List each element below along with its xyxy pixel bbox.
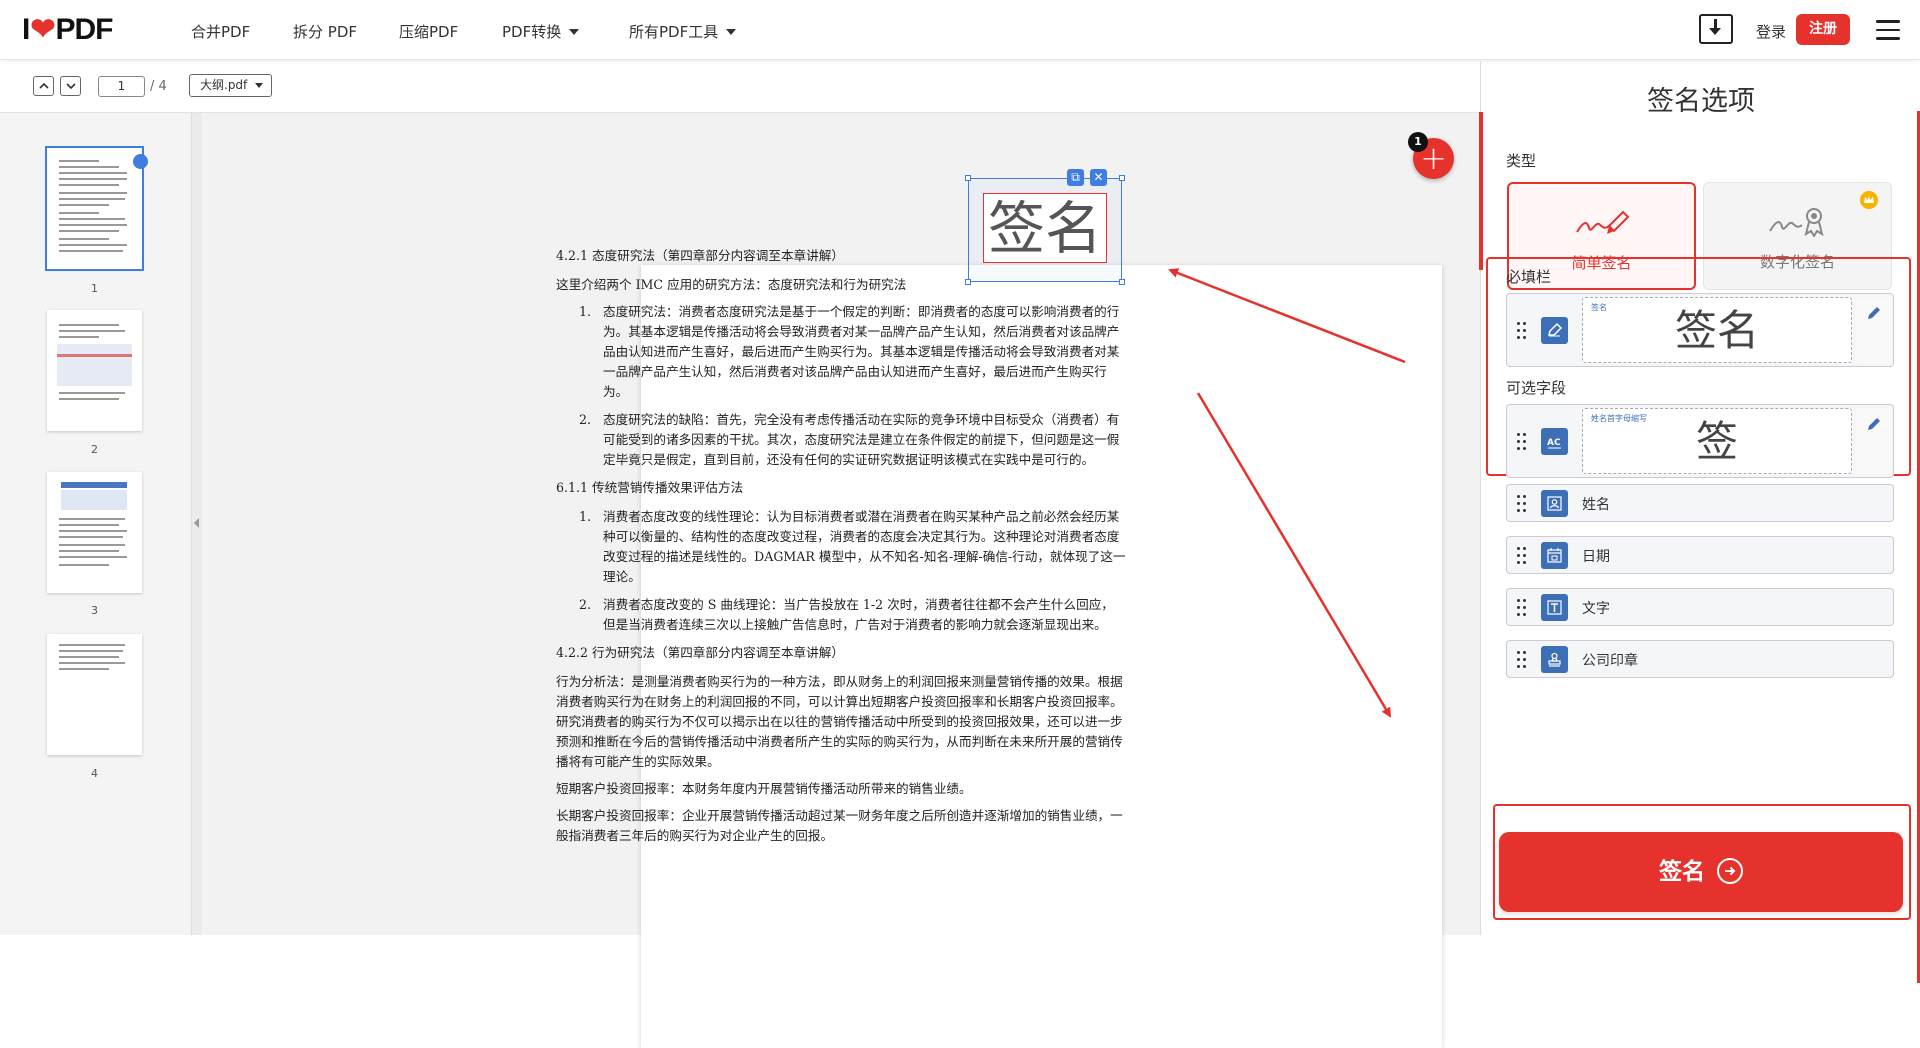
stamp-icon <box>1541 646 1568 673</box>
signature-options-panel: 签名选项 类型 简单签名 数字化签名 必填栏 签名 签名 可选字段 AC 姓名首… <box>1479 61 1920 983</box>
paragraph: 行为分析法：是测量消费者购买行为的一种方法，即从财务上的利润回报来测量营销传播的… <box>556 674 1123 769</box>
nav-compress-pdf[interactable]: 压缩PDF <box>399 21 458 42</box>
edit-signature-button[interactable] <box>1856 297 1891 363</box>
heart-icon: ❤ <box>30 13 55 46</box>
field-name-label: 姓名 <box>1582 497 1610 513</box>
chevron-up-icon <box>39 82 49 89</box>
drag-handle-icon[interactable] <box>1517 433 1527 451</box>
placed-signature-text: 签名 <box>983 193 1107 263</box>
certificate-signature-icon <box>1769 208 1824 237</box>
field-date[interactable]: 日期 <box>1506 536 1894 574</box>
required-field-signature[interactable]: 签名 签名 <box>1506 293 1894 367</box>
initials-icon: AC <box>1541 428 1568 455</box>
field-company-stamp-label: 公司印章 <box>1582 653 1638 669</box>
drag-handle-icon[interactable] <box>1517 495 1527 513</box>
required-fields-label: 必填栏 <box>1506 268 1552 286</box>
list-2: 1. 消费者态度改变的线性理论：认为目标消费者或潜在消费者在购买某种产品之前必然会… <box>556 507 1126 635</box>
list-item: 1. 态度研究法：消费者态度研究法是基于一个假定的判断：即消费者的态度可以影响消费… <box>578 304 1120 399</box>
text-icon <box>1541 594 1568 621</box>
list-item: 1. 消费者态度改变的线性理论：认为目标消费者或潜在消费者在购买某种产品之前必然会… <box>578 509 1126 584</box>
top-navigation: I ❤ PDF 合并PDF 拆分 PDF 压缩PDF PDF转换 所有PDF工具 登… <box>0 0 1920 60</box>
thumbnail-label-1: 1 <box>91 282 98 295</box>
file-select-value: 大纲.pdf <box>200 78 248 92</box>
thumbnail-page-1[interactable] <box>45 146 144 271</box>
thumbnail-page-3[interactable] <box>47 472 142 593</box>
prev-page-button[interactable] <box>33 76 54 96</box>
ilovepdf-logo[interactable]: I ❤ PDF <box>22 12 113 47</box>
sign-button-label: 签名 <box>1659 859 1705 885</box>
person-icon <box>1541 490 1568 517</box>
drag-handle-icon[interactable] <box>1517 322 1527 340</box>
duplicate-icon[interactable]: ⧉ <box>1067 169 1084 186</box>
initials-preview[interactable]: 姓名首字母缩写 签 <box>1582 408 1852 474</box>
calendar-icon <box>1541 542 1568 569</box>
field-text-label: 文字 <box>1582 601 1610 617</box>
list-item: 2. 态度研究法的缺陷：首先，完全没有考虑传播活动在实际的竞争环境中目标受众（消费… <box>578 412 1120 467</box>
heading-4-2-2: 4.2.2 行为研究法（第四章部分内容调至本章讲解） <box>556 645 844 660</box>
nav-all-tools[interactable]: 所有PDF工具 <box>629 21 737 42</box>
optional-field-initials[interactable]: AC 姓名首字母缩写 签 <box>1506 404 1894 478</box>
arrow-right-circle-icon <box>1717 858 1743 884</box>
thumbnail-page-4[interactable] <box>47 634 142 755</box>
chevron-left-icon <box>194 518 199 528</box>
pencil-icon <box>1868 418 1880 430</box>
nav-convert-label: PDF转换 <box>502 23 562 41</box>
drag-handle-icon[interactable] <box>1517 599 1527 617</box>
caret-down-icon <box>255 83 263 88</box>
thumbnail-label-2: 2 <box>91 443 98 456</box>
close-icon[interactable]: ✕ <box>1090 169 1107 186</box>
pencil-icon <box>1868 307 1880 319</box>
field-date-label: 日期 <box>1582 549 1610 565</box>
signature-preview[interactable]: 签名 签名 <box>1582 297 1852 363</box>
edit-initials-button[interactable] <box>1856 408 1891 474</box>
pen-signature-icon <box>1576 210 1630 234</box>
nav-convert-pdf[interactable]: PDF转换 <box>502 21 580 42</box>
nav-merge-pdf[interactable]: 合并PDF <box>191 21 250 42</box>
sidebar-collapse-handle[interactable] <box>192 113 202 935</box>
premium-crown-icon <box>1860 191 1878 209</box>
signer-count-badge: 1 <box>1408 132 1428 152</box>
thumbnail-label-4: 4 <box>91 767 98 780</box>
viewer-toolbar: 1 / 4 大纲.pdf <box>0 61 1480 113</box>
document-text: 4.2.1 态度研究法（第四章部分内容调至本章讲解） 这里介绍两个 IMC 应用… <box>556 246 1126 853</box>
hamburger-menu-icon[interactable] <box>1876 20 1900 40</box>
field-company-stamp[interactable]: 公司印章 <box>1506 640 1894 678</box>
caret-down-icon <box>726 29 737 35</box>
register-button[interactable]: 注册 <box>1796 14 1850 45</box>
heading-6-1-1: 6.1.1 传统营销传播效果评估方法 <box>556 480 744 495</box>
panel-title: 签名选项 <box>1647 86 1755 117</box>
drag-handle-icon[interactable] <box>1517 651 1527 669</box>
thumbnail-page-2[interactable] <box>47 310 142 431</box>
page-total: / 4 <box>150 79 167 94</box>
drag-handle-icon[interactable] <box>1517 547 1527 565</box>
list-item: 2. 消费者态度改变的 S 曲线理论：当广告投放在 1-2 次时，消费者往往都不会… <box>578 597 1114 632</box>
pen-icon <box>1541 317 1568 344</box>
panel-scroll-indicator <box>1479 112 1483 270</box>
signature-marker-icon <box>133 154 148 169</box>
nav-split-pdf[interactable]: 拆分 PDF <box>293 21 357 42</box>
paragraph: 长期客户投资回报率：企业开展营销传播活动超过某一财务年度之后所创造并逐渐增加的销… <box>556 808 1123 843</box>
signature-preview-text: 签名 <box>1674 306 1759 355</box>
initials-preview-text: 签 <box>1695 417 1738 466</box>
type-label: 类型 <box>1506 152 1537 170</box>
next-page-button[interactable] <box>60 76 81 96</box>
thumbnail-label-3: 3 <box>91 604 98 617</box>
placed-signature[interactable]: 签名 <box>965 175 1125 285</box>
logo-text-right: PDF <box>55 12 113 46</box>
field-text[interactable]: 文字 <box>1506 588 1894 626</box>
field-name[interactable]: 姓名 <box>1506 484 1894 522</box>
page-number-input[interactable]: 1 <box>98 76 145 97</box>
login-link[interactable]: 登录 <box>1756 21 1786 42</box>
sign-button[interactable]: 签名 <box>1499 832 1903 912</box>
svg-text:AC: AC <box>1547 438 1561 448</box>
logo-text-left: I <box>22 12 30 46</box>
desktop-download-icon[interactable] <box>1699 14 1733 44</box>
list-1: 1. 态度研究法：消费者态度研究法是基于一个假定的判断：即消费者的态度可以影响消费… <box>556 302 1126 470</box>
paragraph: 短期客户投资回报率：本财务年度内开展营销传播活动所带来的销售业绩。 <box>556 781 972 796</box>
caret-down-icon <box>569 29 580 35</box>
chevron-down-icon <box>66 83 76 90</box>
file-select[interactable]: 大纲.pdf <box>189 74 272 97</box>
nav-all-tools-label: 所有PDF工具 <box>629 23 719 41</box>
optional-fields-label: 可选字段 <box>1506 379 1567 397</box>
